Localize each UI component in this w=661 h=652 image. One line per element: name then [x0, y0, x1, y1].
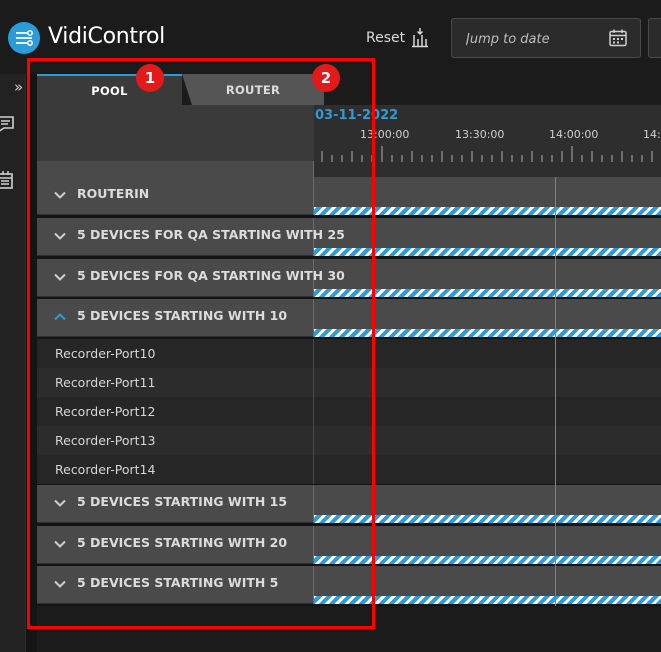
reset-zoom-icon — [412, 28, 429, 48]
calendar-list-icon[interactable] — [0, 170, 16, 190]
playhead-line[interactable] — [555, 177, 556, 606]
calendar-icon[interactable] — [608, 28, 628, 48]
comment-icon[interactable] — [0, 114, 16, 134]
jump-to-date-input[interactable] — [466, 29, 606, 49]
reset-label: Reset — [366, 30, 406, 46]
reset-button[interactable]: Reset — [366, 25, 431, 51]
header-next-control[interactable] — [648, 18, 661, 58]
annotation-badge-2: 2 — [312, 64, 340, 92]
app-window: VidiControl Reset Jump to date » POOL RO… — [0, 0, 661, 652]
vidicontrol-logo-icon — [8, 22, 40, 54]
annotation-badge-1: 1 — [136, 64, 164, 92]
annotation-highlight-box — [27, 58, 375, 629]
jump-to-date-field[interactable] — [451, 18, 641, 58]
expand-sidebar-icon[interactable]: » — [14, 80, 23, 95]
app-title: VidiControl — [48, 24, 165, 49]
left-rail — [0, 74, 26, 652]
